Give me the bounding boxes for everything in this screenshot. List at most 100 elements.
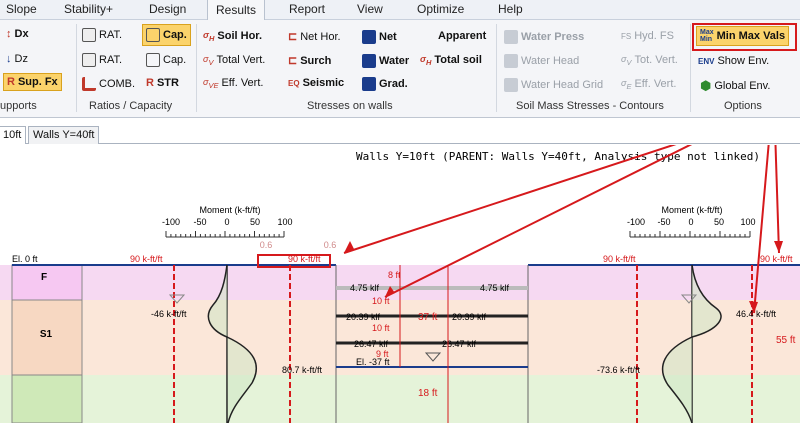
comb-icon (82, 77, 96, 91)
stress-icon: σH (420, 54, 432, 67)
layer-s1-label: S1 (40, 329, 53, 340)
stress-icon: σV (203, 54, 214, 67)
ribbon-separator (496, 24, 497, 112)
moment-tick: 50 (250, 217, 260, 227)
strut-force: 4.75 klf (480, 283, 510, 293)
global-env-icon: ⬢ (700, 78, 712, 93)
comb-button[interactable]: COMB. (82, 77, 135, 91)
left-max-moment: 80.7 k-ft/ft (282, 365, 323, 375)
dx-icon: ↕ (6, 28, 12, 40)
menu-report[interactable]: Report (289, 2, 325, 16)
callout-arrow (774, 145, 780, 254)
seismic-button[interactable]: EQ Seismic (288, 77, 344, 89)
menu-view[interactable]: View (357, 2, 383, 16)
water-head-grid-button[interactable]: Water Head Grid (504, 78, 603, 92)
highlight-min-max-box (692, 23, 797, 51)
dim-label: 18 ft (418, 388, 438, 399)
group-label-ratios: Ratios / Capacity (89, 100, 173, 112)
dim-label: 55 ft (776, 335, 796, 346)
rat-button-1[interactable]: RAT. (82, 28, 122, 42)
rat-icon (82, 28, 96, 42)
layer-f-label: F (41, 272, 47, 283)
env-icon: ENV (698, 56, 715, 66)
cap-button-1[interactable]: Cap. (142, 24, 191, 46)
tot-vert-icon: σV (621, 54, 632, 67)
dx-button[interactable]: ↕ Dx (6, 28, 29, 40)
dim-label: 37 ft (418, 312, 438, 323)
sup-fx-icon: R (7, 76, 15, 88)
dim-label: 10 ft (372, 296, 390, 306)
doc-tab-walls-y40[interactable]: Walls Y=40ft (28, 126, 100, 144)
menu-bar: Slope Stability+ Design Results Report V… (0, 0, 800, 21)
menu-help[interactable]: Help (498, 2, 523, 16)
total-vert-button[interactable]: σV Total Vert. (203, 54, 265, 67)
moment-ticks-right (629, 231, 751, 237)
ribbon-separator (690, 24, 691, 112)
cap-icon (146, 53, 160, 67)
right-max-moment: 46.4 k-ft/ft (736, 309, 777, 319)
strut-force: 4.75 klf (350, 283, 380, 293)
doc-tab-10ft[interactable]: 10ft (0, 126, 27, 144)
water-press-button[interactable]: Water Press (504, 30, 584, 44)
water-button[interactable]: Water (362, 54, 409, 68)
document-tabs: 10ft Walls Y=40ft (0, 124, 800, 144)
rat-button-2[interactable]: RAT. (82, 53, 122, 67)
dz-icon: ↓ (6, 53, 12, 65)
str-button[interactable]: R STR (146, 77, 179, 89)
moment-tick: -100 (162, 217, 180, 227)
rat-icon (82, 53, 96, 67)
strut-force: 26.47 klf (354, 339, 389, 349)
net-button[interactable]: Net (362, 30, 397, 44)
tot-vert-button[interactable]: σV Tot. Vert. (621, 54, 678, 67)
moment-ticks-left (165, 231, 285, 237)
ratio-tick: 0.6 (260, 240, 273, 250)
menu-stability[interactable]: Stability+ (64, 2, 113, 16)
ribbon-separator (76, 24, 77, 112)
strut-force: 20.39 klf (452, 312, 487, 322)
dz-button[interactable]: ↓ Dz (6, 53, 28, 65)
net-hor-icon: ⊏ (288, 31, 298, 43)
eff-vert-button[interactable]: σVE Eff. Vert. (203, 77, 263, 90)
net-hor-button[interactable]: ⊏ Net Hor. (288, 30, 341, 44)
grad-icon (362, 77, 376, 91)
cap-icon (146, 28, 160, 42)
eff-vert-icon: σE (621, 78, 632, 91)
apparent-button[interactable]: Apparent (438, 30, 486, 42)
drawing-canvas[interactable]: Walls Y=10ft (PARENT: Walls Y=40ft, Anal… (0, 145, 800, 423)
grad-button[interactable]: Grad. (362, 77, 408, 91)
moment-tick: 0 (224, 217, 229, 227)
cap-button-2[interactable]: Cap. (146, 53, 186, 67)
moment-tick: -50 (193, 217, 206, 227)
elevation-top-label: El. 0 ft (12, 254, 38, 264)
moment-title-left: Moment (k-ft/ft) (199, 205, 260, 215)
stress-icon: σH (203, 30, 215, 43)
soil-hor-button[interactable]: σH Soil Hor. (203, 30, 262, 43)
menu-optimize[interactable]: Optimize (417, 2, 464, 16)
stress-icon: σVE (203, 77, 219, 90)
arrow-head (774, 241, 783, 253)
surch-button[interactable]: ⊏ Surch (288, 54, 331, 68)
strut-force: 20.39 klf (346, 312, 381, 322)
moment-tick: -50 (657, 217, 670, 227)
global-env-button[interactable]: ⬢ Global Env. (700, 78, 770, 94)
ribbon: ↕ Dx ↓ Dz R Sup. Fx upports RAT. RAT. COMB.… (0, 20, 800, 118)
menu-results[interactable]: Results (207, 0, 266, 21)
menu-design[interactable]: Design (149, 2, 186, 16)
total-soil-button[interactable]: σH Total soil (420, 54, 482, 67)
hyd-fs-button[interactable]: FS Hyd. FS (621, 30, 674, 42)
water-icon (362, 54, 376, 68)
moment-tick: -100 (627, 217, 645, 227)
capacity-label: 90 k-ft/ft (130, 254, 163, 264)
moment-tick: 100 (277, 217, 292, 227)
moment-tick: 50 (714, 217, 724, 227)
eff-vert-contour-button[interactable]: σE Eff. Vert. (621, 78, 676, 91)
menu-slope[interactable]: Slope (6, 2, 37, 16)
group-label-stresses: Stresses on walls (307, 100, 393, 112)
ratio-tick: 0.6 (324, 240, 337, 250)
water-press-icon (504, 30, 518, 44)
water-head-icon (504, 54, 518, 68)
group-label-soil-mass: Soil Mass Stresses - Contours (516, 100, 664, 112)
sup-fx-button[interactable]: R Sup. Fx (3, 73, 62, 91)
show-env-button[interactable]: ENV Show Env. (698, 55, 769, 67)
water-head-button[interactable]: Water Head (504, 54, 579, 68)
